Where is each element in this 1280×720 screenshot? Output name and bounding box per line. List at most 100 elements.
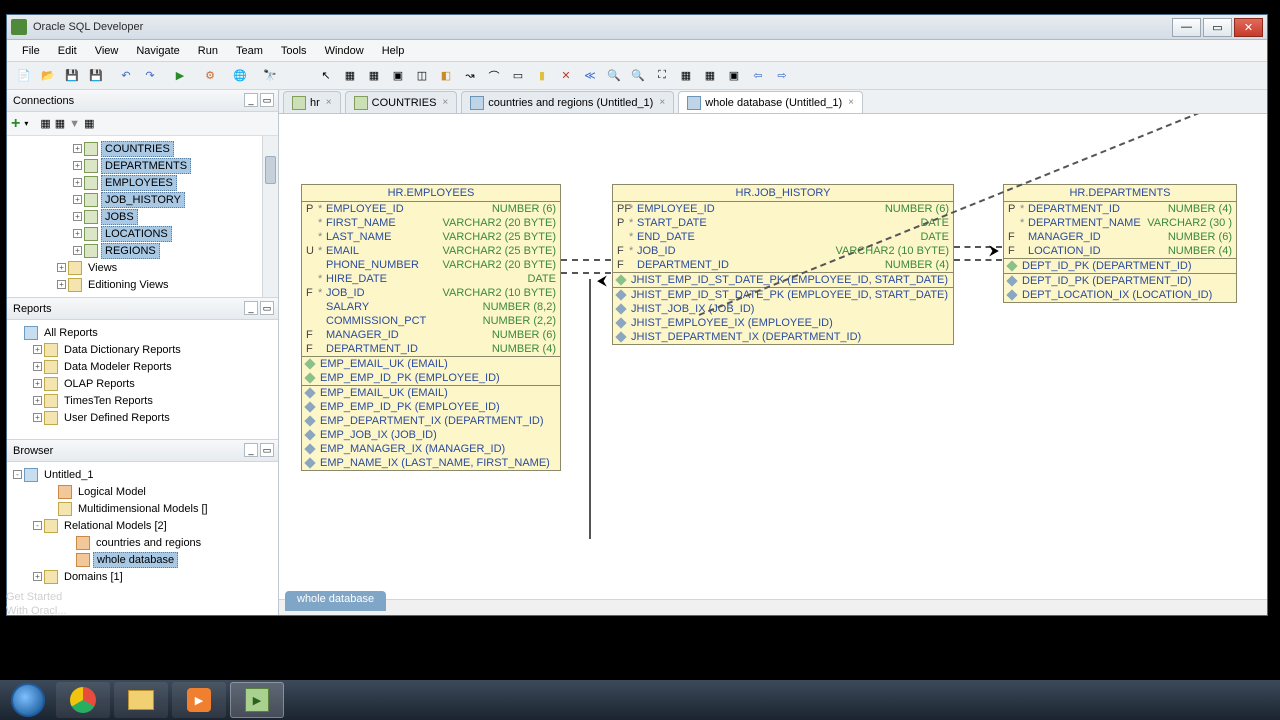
- diagram-canvas[interactable]: HR.EMPLOYEES P*EMPLOYEE_IDNUMBER (6)*FIR…: [279, 114, 1267, 615]
- binoculars-icon[interactable]: 🔭: [259, 65, 281, 87]
- arc-icon[interactable]: ⌒: [483, 65, 505, 87]
- close-tab-icon[interactable]: ×: [659, 97, 665, 108]
- db2-icon[interactable]: ▦: [55, 117, 65, 130]
- menu-tools[interactable]: Tools: [272, 42, 316, 60]
- taskbar-sqldeveloper[interactable]: ▶: [230, 682, 284, 718]
- browser-tree-item[interactable]: -Relational Models [2]: [9, 517, 276, 534]
- close-tab-icon[interactable]: ×: [326, 97, 332, 108]
- connections-scrollbar[interactable]: [262, 136, 278, 297]
- browser-tree-item[interactable]: -Untitled_1: [9, 466, 276, 483]
- menu-team[interactable]: Team: [227, 42, 272, 60]
- reports-tree-item[interactable]: +User Defined Reports: [9, 409, 276, 426]
- entity-column: FDEPARTMENT_IDNUMBER (4): [302, 342, 560, 356]
- note-icon[interactable]: ▮: [531, 65, 553, 87]
- entity-employees[interactable]: HR.EMPLOYEES P*EMPLOYEE_IDNUMBER (6)*FIR…: [301, 184, 561, 471]
- reports-header[interactable]: Reports _▭: [7, 298, 278, 320]
- globe-icon[interactable]: 🌐: [229, 65, 251, 87]
- connections-tree-item[interactable]: +JOB_HISTORY: [9, 191, 276, 208]
- view-icon[interactable]: ▣: [387, 65, 409, 87]
- zoom-fit-icon[interactable]: ⛶: [651, 65, 673, 87]
- close-tab-icon[interactable]: ×: [848, 97, 854, 108]
- taskbar-media[interactable]: ▶: [172, 682, 226, 718]
- entity-job-history[interactable]: HR.JOB_HISTORY PF*EMPLOYEE_IDNUMBER (6)P…: [612, 184, 954, 345]
- new-icon[interactable]: 📄: [13, 65, 35, 87]
- taskbar-explorer[interactable]: [114, 682, 168, 718]
- document-tab[interactable]: hr×: [283, 91, 341, 113]
- browser-tree-item[interactable]: whole database: [9, 551, 276, 568]
- reports-tree-item[interactable]: +TimesTen Reports: [9, 392, 276, 409]
- connections-tree-item[interactable]: +DEPARTMENTS: [9, 157, 276, 174]
- new-connection-icon[interactable]: +: [11, 115, 20, 133]
- connections-tree-item[interactable]: +Views: [9, 259, 276, 276]
- browser-tree-item[interactable]: countries and regions: [9, 534, 276, 551]
- grid-icon[interactable]: ▦: [339, 65, 361, 87]
- entity-departments[interactable]: HR.DEPARTMENTS P*DEPARTMENT_IDNUMBER (4)…: [1003, 184, 1237, 303]
- connections-tree-item[interactable]: +REGIONS: [9, 242, 276, 259]
- link-icon[interactable]: ↝: [459, 65, 481, 87]
- zoom-out-icon[interactable]: 🔍: [627, 65, 649, 87]
- connections-tree-item[interactable]: +LOCATIONS: [9, 225, 276, 242]
- layout2-icon[interactable]: ▦: [699, 65, 721, 87]
- minimize-button[interactable]: —: [1172, 18, 1201, 37]
- maximize-button[interactable]: ▭: [1203, 18, 1232, 37]
- browser-tree-item[interactable]: Multidimensional Models []: [9, 500, 276, 517]
- nav-fwd-icon[interactable]: ⇨: [771, 65, 793, 87]
- filter-icon[interactable]: ▼: [69, 118, 80, 130]
- open-icon[interactable]: 📂: [37, 65, 59, 87]
- horizontal-scrollbar[interactable]: [279, 599, 1267, 615]
- menu-help[interactable]: Help: [373, 42, 414, 60]
- menu-window[interactable]: Window: [316, 42, 373, 60]
- menu-run[interactable]: Run: [189, 42, 227, 60]
- undo-icon[interactable]: ↶: [115, 65, 137, 87]
- connections-tree-item[interactable]: +COUNTRIES: [9, 140, 276, 157]
- table-icon[interactable]: ▦: [363, 65, 385, 87]
- redo-icon[interactable]: ↷: [139, 65, 161, 87]
- taskbar-chrome[interactable]: [56, 682, 110, 718]
- connections-tree-item[interactable]: +JOBS: [9, 208, 276, 225]
- reports-tree-item[interactable]: +Data Modeler Reports: [9, 358, 276, 375]
- refresh-icon[interactable]: ▦: [84, 117, 94, 130]
- connections-tree-item[interactable]: +EMPLOYEES: [9, 174, 276, 191]
- start-button[interactable]: [4, 682, 52, 718]
- reports-tree-item[interactable]: +OLAP Reports: [9, 375, 276, 392]
- layout3-icon[interactable]: ▣: [723, 65, 745, 87]
- zoom-in-icon[interactable]: 🔍: [603, 65, 625, 87]
- document-tab[interactable]: countries and regions (Untitled_1)×: [461, 91, 674, 113]
- layout1-icon[interactable]: ▦: [675, 65, 697, 87]
- reports-tree-item[interactable]: +Data Dictionary Reports: [9, 341, 276, 358]
- document-tab[interactable]: COUNTRIES×: [345, 91, 458, 113]
- browser-header[interactable]: Browser _▭: [7, 440, 278, 462]
- menu-edit[interactable]: Edit: [49, 42, 86, 60]
- entity-index: DEPT_ID_PK (DEPARTMENT_ID): [1004, 259, 1236, 273]
- menu-navigate[interactable]: Navigate: [127, 42, 188, 60]
- panel-min-icon[interactable]: _: [244, 443, 258, 457]
- cursor-icon[interactable]: ↖: [315, 65, 337, 87]
- connections-tree-item[interactable]: +Editioning Views: [9, 276, 276, 293]
- delete-icon[interactable]: ✕: [555, 65, 577, 87]
- split-icon[interactable]: ◫: [411, 65, 433, 87]
- panel-restore-icon[interactable]: ▭: [260, 443, 274, 457]
- run-icon[interactable]: ▶: [169, 65, 191, 87]
- rewind-icon[interactable]: ≪: [579, 65, 601, 87]
- menu-file[interactable]: File: [13, 42, 49, 60]
- browser-tree-item[interactable]: +Domains [1]: [9, 568, 276, 585]
- document-tab[interactable]: whole database (Untitled_1)×: [678, 91, 863, 113]
- db-icon[interactable]: ▦: [40, 117, 50, 130]
- debug-icon[interactable]: ⚙: [199, 65, 221, 87]
- nav-back-icon[interactable]: ⇦: [747, 65, 769, 87]
- save-all-icon[interactable]: 💾: [85, 65, 107, 87]
- close-tab-icon[interactable]: ×: [442, 97, 448, 108]
- box-icon[interactable]: ▭: [507, 65, 529, 87]
- connections-header[interactable]: Connections _▭: [7, 90, 278, 112]
- diagram-tab[interactable]: whole database: [285, 591, 386, 611]
- save-icon[interactable]: 💾: [61, 65, 83, 87]
- panel-min-icon[interactable]: _: [244, 301, 258, 315]
- reports-tree-item[interactable]: All Reports: [9, 324, 276, 341]
- panel-restore-icon[interactable]: ▭: [260, 301, 274, 315]
- panel-restore-icon[interactable]: ▭: [260, 93, 274, 107]
- close-button[interactable]: ✕: [1234, 18, 1263, 37]
- merge-icon[interactable]: ◧: [435, 65, 457, 87]
- menu-view[interactable]: View: [86, 42, 128, 60]
- panel-min-icon[interactable]: _: [244, 93, 258, 107]
- browser-tree-item[interactable]: Logical Model: [9, 483, 276, 500]
